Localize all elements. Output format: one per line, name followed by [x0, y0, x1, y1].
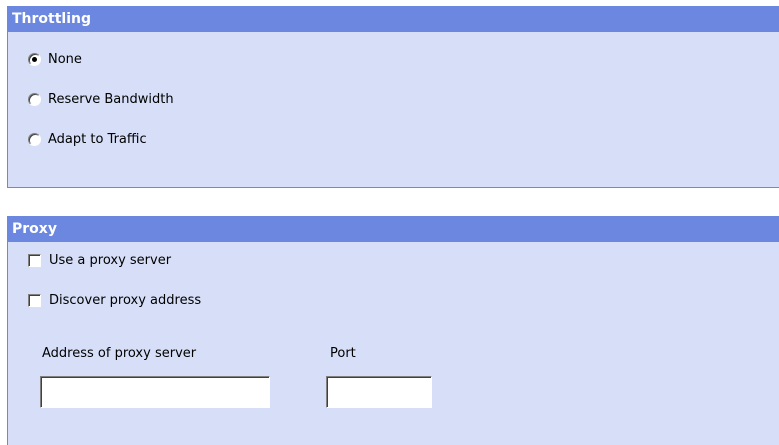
radio-adapt-to-traffic-label: Adapt to Traffic [48, 131, 147, 147]
proxy-address-label: Address of proxy server [42, 346, 197, 361]
throttling-panel: Throttling None Reserve Bandwidth Adapt … [7, 6, 779, 188]
radio-reserve-bandwidth-label: Reserve Bandwidth [48, 91, 174, 107]
radio-none-label: None [48, 51, 82, 67]
discover-proxy-checkbox[interactable] [28, 293, 41, 307]
port-label: Port [330, 346, 356, 361]
radio-adapt-to-traffic-button[interactable] [28, 132, 41, 146]
proxy-panel: Proxy Use a proxy server Discover proxy … [7, 216, 779, 445]
radio-adapt-to-traffic[interactable]: Adapt to Traffic [28, 130, 147, 148]
proxy-header: Proxy [8, 216, 779, 242]
radio-reserve-bandwidth-button[interactable] [28, 92, 41, 106]
discover-proxy-label: Discover proxy address [49, 292, 202, 308]
radio-reserve-bandwidth[interactable]: Reserve Bandwidth [28, 90, 174, 108]
port-input[interactable] [326, 376, 432, 408]
use-proxy-checkbox[interactable] [28, 253, 41, 267]
use-proxy-label: Use a proxy server [49, 252, 172, 268]
throttling-header: Throttling [8, 6, 779, 32]
radio-none[interactable]: None [28, 50, 82, 68]
discover-proxy-checkbox-row[interactable]: Discover proxy address [28, 291, 201, 309]
radio-none-button[interactable] [28, 52, 41, 66]
use-proxy-checkbox-row[interactable]: Use a proxy server [28, 251, 171, 269]
proxy-address-input[interactable] [40, 376, 270, 408]
